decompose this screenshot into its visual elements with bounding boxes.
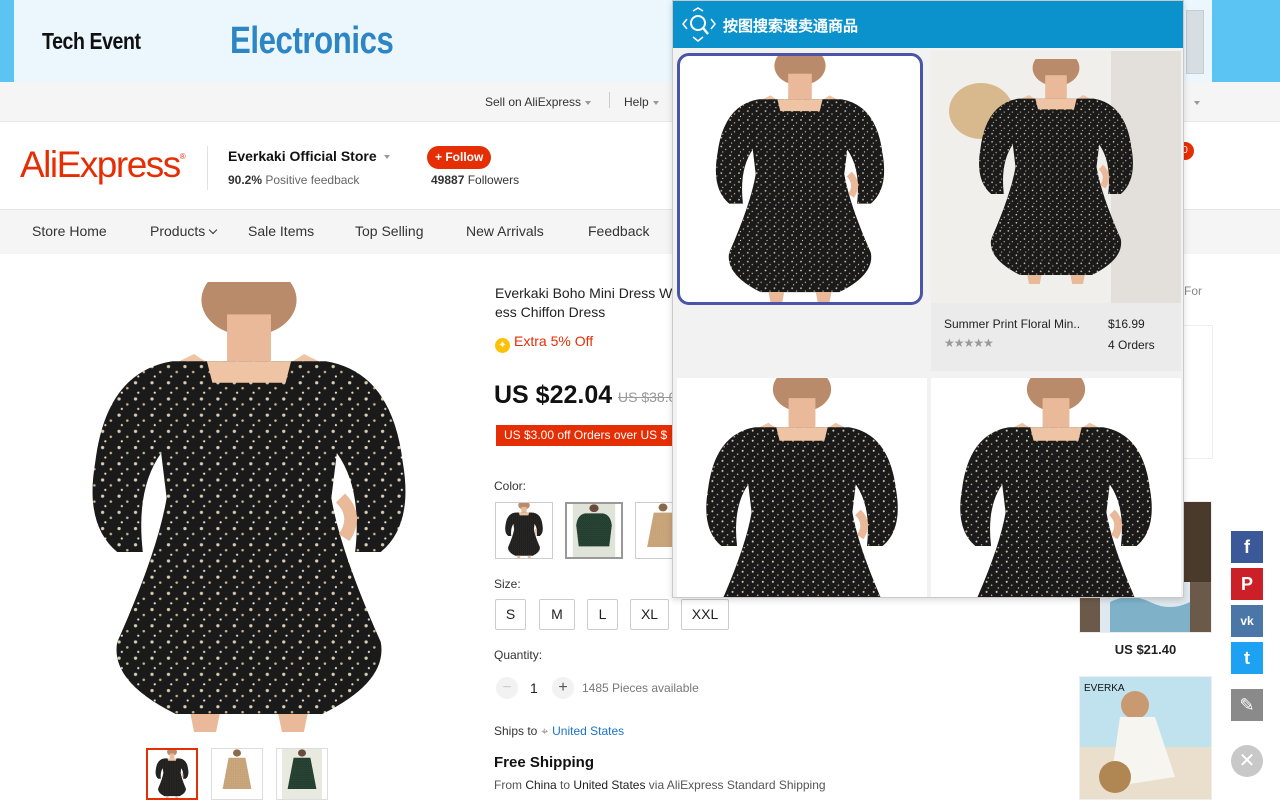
result-product-name: Summer Print Floral Min.. [944,317,1081,331]
original-price: US $38.0 [618,389,677,405]
popup-header: 按图搜索速卖通商品 [673,1,1183,48]
search-result-image[interactable] [931,378,1181,597]
ship-via: via AliExpress Standard Shipping [648,778,826,792]
ships-to-country-link[interactable]: United States [552,724,624,738]
nav-sale-items[interactable]: Sale Items [248,223,314,239]
shipping-details: From China to United States via AliExpre… [494,778,826,792]
rec-brand-text: EVERKA [1084,683,1125,694]
color-swatch[interactable] [495,502,553,559]
image-search-popup: 按图搜索速卖通商品 Summer Print Floral Min.. $16.… [672,0,1184,598]
recommended-product-price: US $21.40 [1114,642,1177,657]
popup-title: 按图搜索速卖通商品 [723,17,859,35]
edit-icon[interactable]: ✎ [1231,689,1263,721]
coupon-banner[interactable]: US $3.00 off Orders over US $ [496,425,676,446]
color-label: Color: [494,479,527,493]
search-image-icon[interactable] [681,7,717,43]
quantity-increase-button[interactable]: + [552,677,574,699]
vk-icon[interactable]: vk [1231,605,1263,637]
color-swatch[interactable] [635,502,675,559]
divider [207,146,208,190]
recommended-product-image[interactable]: EVERKA [1079,676,1212,800]
nav-feedback[interactable]: Feedback [588,223,649,239]
nav-top-selling[interactable]: Top Selling [355,223,424,239]
close-icon[interactable]: ✕ [1231,745,1263,777]
facebook-icon[interactable]: f [1231,531,1263,563]
followers-label: Followers [467,173,520,187]
available-pieces: 1485 Pieces available [582,681,699,695]
chevron-down-icon [652,100,659,105]
banner-title: Electronics [230,20,394,62]
search-result-image[interactable] [931,51,1181,303]
size-option-m[interactable]: M [539,599,575,630]
product-thumbnail[interactable] [146,748,198,800]
recommended-for-label: For [1184,284,1202,298]
sell-on-aliexpress-link[interactable]: Sell on AliExpress [485,95,592,109]
coin-icon: ✦ [495,338,510,353]
sell-link-label: Sell on AliExpress [485,95,582,109]
help-link[interactable]: Help [624,95,659,109]
product-title-line: Everkaki Boho Mini Dress W [495,285,673,301]
size-label: Size: [494,577,521,591]
twitter-icon[interactable]: t [1231,642,1263,674]
result-orders: 4 Orders [1108,338,1155,352]
banner-right-block [1186,10,1204,74]
followers-number: 49887 [431,173,465,187]
chevron-down-icon [209,225,218,235]
follow-button[interactable]: + Follow [427,146,492,169]
size-option-xxl[interactable]: XXL [681,599,729,630]
product-thumbnail[interactable] [211,748,263,800]
ship-from-word: From [494,778,522,792]
size-option-l[interactable]: L [587,599,618,630]
quantity-decrease-button[interactable]: − [496,677,518,699]
product-title: Everkaki Boho Mini Dress W ess Chiffon Dr… [495,284,675,322]
store-name[interactable]: Everkaki Official Store [228,148,390,164]
aliexpress-logo[interactable]: AliExpress® [20,144,186,186]
quantity-value[interactable]: 1 [530,680,538,696]
free-shipping-title: Free Shipping [494,754,595,771]
trademark-mark: ® [179,152,186,161]
store-feedback: 90.2% Positive feedback [228,173,359,187]
ships-to-label: Ships to [494,724,538,738]
current-price: US $22.04 [494,381,613,409]
ships-to: Ships to ⌖ United States [494,724,624,739]
account-menu-caret[interactable] [1190,95,1200,109]
pinterest-icon[interactable]: P [1231,568,1263,600]
quantity-label: Quantity: [494,648,543,662]
size-option-xl[interactable]: XL [630,599,669,630]
result-product-price: $16.99 [1108,317,1145,331]
nav-products[interactable]: Products [150,223,218,239]
extra-discount-label: Extra 5% Off [514,333,594,349]
feedback-label: Positive feedback [265,173,360,187]
product-title-line: ess Chiffon Dress [495,304,606,320]
nav-products-label: Products [150,223,206,239]
extra-discount: ✦ Extra 5% Off [495,333,593,353]
size-option-s[interactable]: S [495,599,526,630]
ship-to-country: United States [573,778,646,792]
ship-to-word: to [560,778,571,792]
result-rating-stars: ★★★★★ [944,336,994,350]
search-result-image[interactable] [677,378,927,597]
nav-store-home[interactable]: Store Home [32,223,107,239]
product-thumbnail[interactable] [276,748,328,800]
search-result-info[interactable]: Summer Print Floral Min.. $16.99 ★★★★★ 4… [931,303,1181,371]
ship-from-country: China [525,778,557,792]
banner-left-text: Tech Event [42,28,141,54]
nav-new-arrivals[interactable]: New Arrivals [466,223,544,239]
location-pin-icon: ⌖ [541,724,549,738]
store-name-label: Everkaki Official Store [228,148,377,164]
chevron-down-icon [585,100,592,105]
banner-left-strip [0,0,14,82]
search-source-image[interactable] [677,53,923,305]
help-link-label: Help [624,95,649,109]
logo-text: AliExpress [20,144,181,185]
color-swatch[interactable] [565,502,623,559]
divider [609,92,610,108]
followers-count: 49887 Followers [431,173,519,187]
chevron-down-icon [1194,100,1200,105]
chevron-down-icon [383,155,390,160]
recommendation-panel [1184,325,1213,459]
product-main-image[interactable] [66,282,432,732]
banner-right-strip [1212,0,1280,82]
feedback-percent: 90.2% [228,173,263,187]
